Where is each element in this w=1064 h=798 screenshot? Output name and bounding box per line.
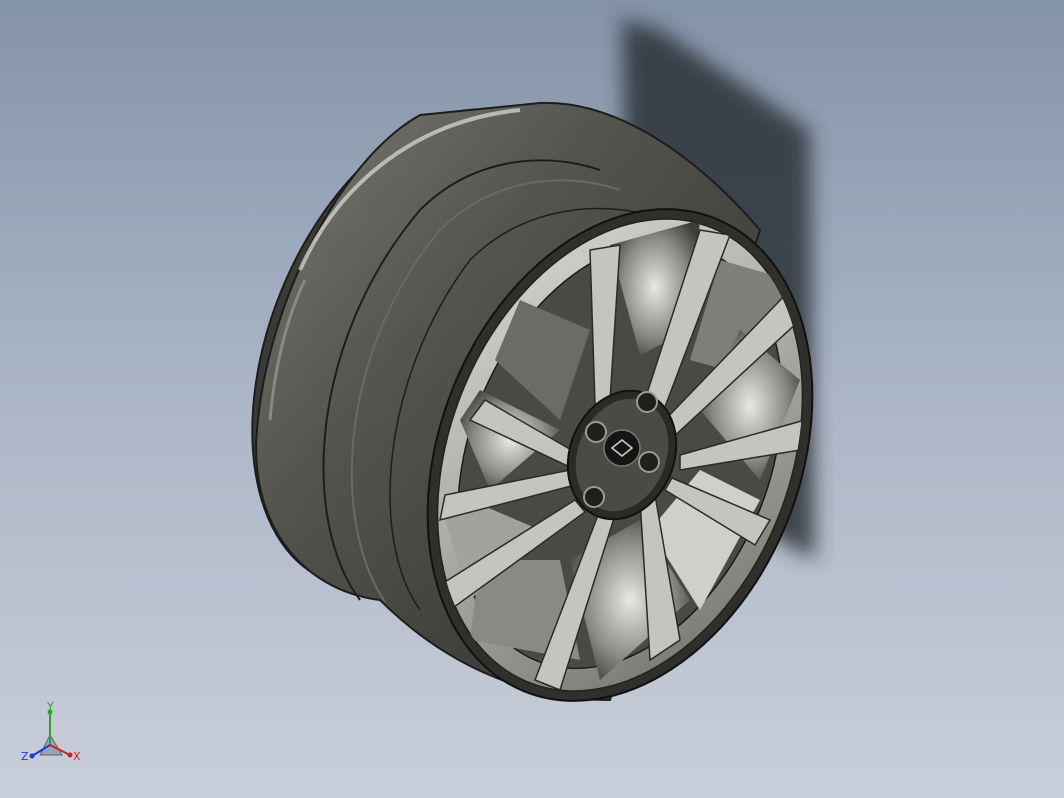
- center-cap: [603, 429, 641, 467]
- graphics-viewport[interactable]: Y X Z: [0, 0, 1064, 798]
- x-axis-label: X: [73, 750, 81, 763]
- reference-triad: Y X Z: [21, 700, 81, 763]
- wheel-model[interactable]: [0, 0, 1064, 798]
- y-axis-label: Y: [46, 700, 54, 713]
- z-axis-label: Z: [21, 750, 29, 763]
- z-axis-tip: [29, 753, 35, 759]
- x-axis-tip: [67, 752, 73, 758]
